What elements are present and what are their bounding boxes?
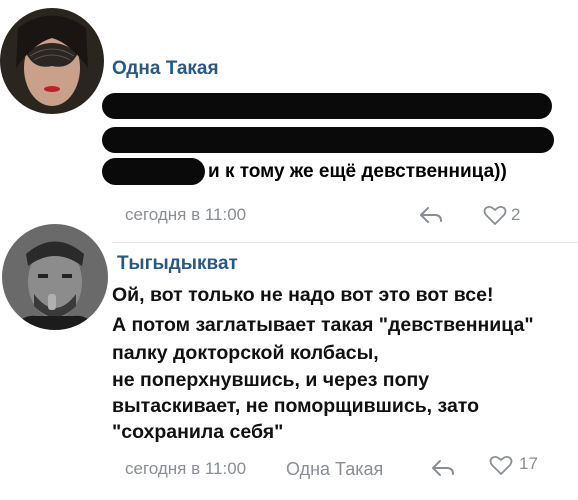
like-count: 2 xyxy=(511,205,521,224)
comment-text: и к тому же ещё девственница)) xyxy=(208,161,507,182)
comment-text-line: Ой, вот только не надо вот это вот все! xyxy=(112,284,494,306)
heart-icon[interactable] xyxy=(483,204,507,226)
redacted-text-block xyxy=(102,127,554,153)
redacted-text-block xyxy=(102,93,552,119)
comment-text-line: вытаскивает, не поморщившись, зато xyxy=(112,395,479,417)
comment-timestamp[interactable]: сегодня в 11:00 xyxy=(125,459,246,479)
reply-to-link[interactable]: Одна Такая xyxy=(286,459,383,480)
comment-text-line: палку докторской колбасы, xyxy=(112,342,379,364)
comment-text-line: А потом заглатывает такая "девственница" xyxy=(112,314,534,336)
comment-text-line: "сохранила себя" xyxy=(112,421,284,443)
comment-author[interactable]: Одна Такая xyxy=(112,58,219,80)
comment-timestamp[interactable]: сегодня в 11:00 xyxy=(125,205,246,225)
avatar-image xyxy=(0,8,104,114)
avatar[interactable] xyxy=(2,224,108,330)
avatar-image xyxy=(2,224,108,330)
comment-text-line: не поперхнувшись, и через попу xyxy=(112,369,430,391)
comment-divider xyxy=(112,242,578,243)
reply-icon[interactable] xyxy=(418,205,444,225)
reply-icon[interactable] xyxy=(430,458,456,478)
redacted-text-block xyxy=(102,158,205,185)
comment-author[interactable]: Тыгыдыкват xyxy=(117,253,238,275)
like-count: 17 xyxy=(519,454,538,473)
heart-icon[interactable] xyxy=(489,454,513,476)
avatar[interactable] xyxy=(0,8,104,114)
